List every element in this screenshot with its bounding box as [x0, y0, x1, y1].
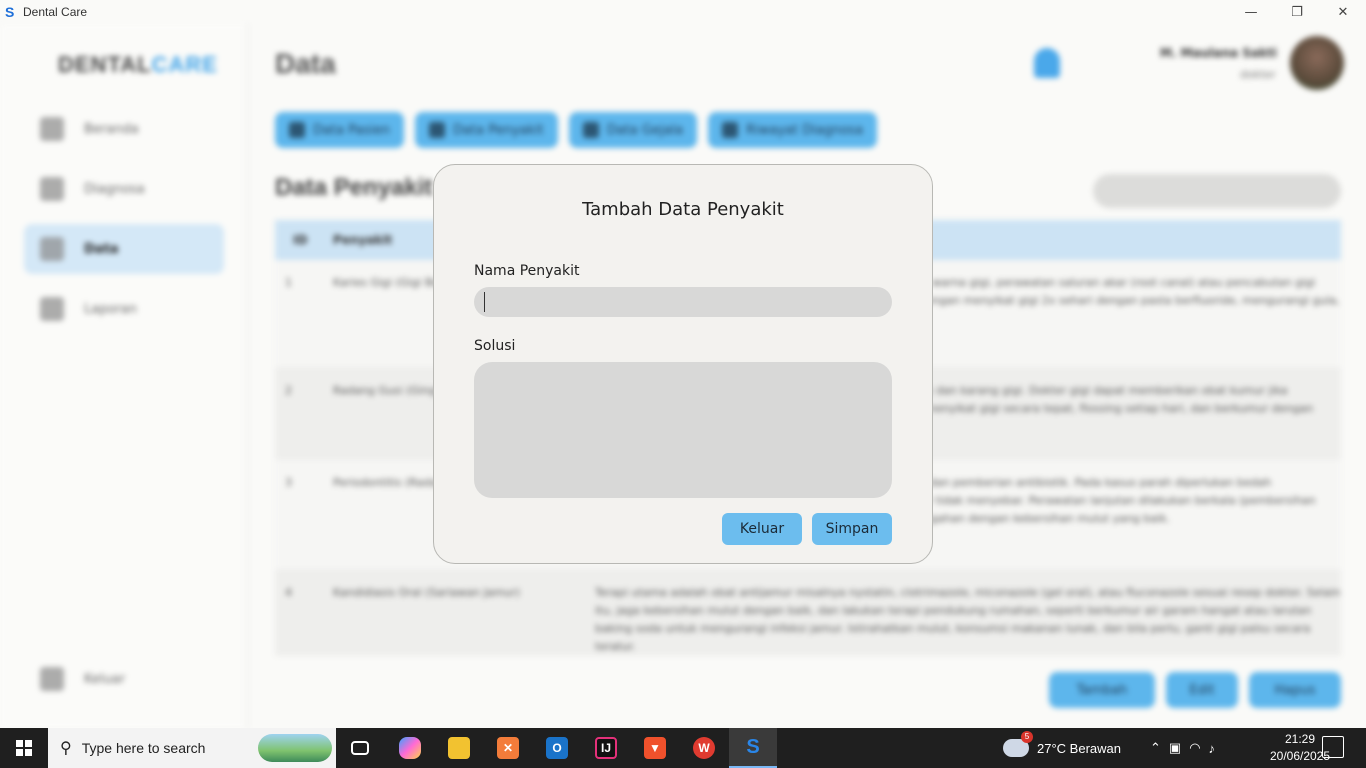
wifi-icon[interactable]: ◠	[1189, 740, 1200, 756]
taskbar: ⚲ Type here to search ✕ O IJ ▼ W S 5 27°…	[0, 728, 1366, 768]
file-explorer-icon[interactable]	[435, 728, 483, 768]
avatar[interactable]	[1290, 36, 1344, 90]
system-tray: ⌃ ▣ ◠ ♪	[1150, 728, 1215, 768]
volume-icon[interactable]: ♪	[1209, 741, 1216, 756]
window-title: Dental Care	[23, 5, 88, 19]
add-disease-modal: Tambah Data Penyakit Nama Penyakit Solus…	[433, 164, 933, 564]
notification-icon[interactable]	[1322, 736, 1344, 758]
chart-icon	[40, 297, 64, 321]
tag-icon	[40, 177, 64, 201]
dental-care-app-icon: S	[5, 4, 15, 20]
sidebar-item-laporan[interactable]: Laporan	[24, 284, 224, 334]
add-button[interactable]: Tambah	[1049, 672, 1155, 708]
sidebar-logout[interactable]: Keluar	[24, 654, 224, 704]
outlook-icon[interactable]: O	[533, 728, 581, 768]
logout-icon	[40, 667, 64, 691]
table-row[interactable]: 4 Kandidiasis Oral (Sariawan Jamur) Tera…	[275, 570, 1341, 656]
delete-button[interactable]: Hapus	[1249, 672, 1341, 708]
data-tabs: Data Pasien Data Penyakit Data Gejala Ri…	[275, 112, 878, 148]
tags-icon	[582, 122, 599, 138]
brave-icon[interactable]: ▼	[631, 728, 679, 768]
tag-icon	[289, 122, 305, 138]
wps-icon[interactable]: W	[680, 728, 728, 768]
sidebar-item-data[interactable]: Data	[24, 224, 224, 274]
search-icon: ⚲	[60, 740, 72, 757]
solution-textarea[interactable]	[474, 362, 892, 498]
text-caret	[484, 292, 485, 312]
cloud-icon: 5	[1003, 731, 1033, 757]
section-title: Data Penyakit	[275, 174, 433, 201]
sidebar: DENTALCARE Beranda Diagnosa Data Laporan…	[0, 24, 248, 728]
user-role: dokter	[1240, 68, 1276, 81]
save-button[interactable]: Simpan	[812, 513, 892, 545]
xampp-icon[interactable]: ✕	[484, 728, 532, 768]
search-input[interactable]	[1093, 174, 1341, 208]
window-controls: — ❐ ✕	[1228, 0, 1366, 24]
edit-button[interactable]: Edit	[1166, 672, 1238, 708]
close-button[interactable]: ✕	[1320, 0, 1366, 24]
tab-riwayat-diagnosa[interactable]: Riwayat Diagnosa	[708, 112, 878, 148]
weather-widget[interactable]: 5 27°C Berawan	[1003, 728, 1121, 768]
tab-data-pasien[interactable]: Data Pasien	[275, 112, 405, 148]
meet-now-icon[interactable]: ▣	[1169, 740, 1181, 756]
tab-data-gejala[interactable]: Data Gejala	[568, 112, 698, 148]
cancel-button[interactable]: Keluar	[722, 513, 802, 545]
dashboard-icon	[40, 117, 64, 141]
intellij-icon[interactable]: IJ	[582, 728, 630, 768]
maximize-button[interactable]: ❐	[1274, 0, 1320, 24]
bell-icon[interactable]	[1034, 48, 1060, 78]
name-field-label: Nama Penyakit	[474, 263, 580, 279]
start-button[interactable]	[0, 728, 48, 768]
dental-care-icon[interactable]: S	[729, 728, 777, 768]
sidebar-item-beranda[interactable]: Beranda	[24, 104, 224, 154]
disease-name-input[interactable]	[474, 287, 892, 317]
window-titlebar: S Dental Care — ❐ ✕	[0, 0, 1366, 24]
copilot-icon[interactable]	[386, 728, 434, 768]
modal-title: Tambah Data Penyakit	[582, 199, 784, 220]
chevron-up-icon[interactable]: ⌃	[1150, 740, 1161, 756]
brand-logo: DENTALCARE	[58, 52, 218, 77]
page-title: Data	[275, 48, 336, 79]
tag-icon	[722, 122, 739, 138]
minimize-button[interactable]: —	[1228, 0, 1274, 24]
sidebar-item-diagnosa[interactable]: Diagnosa	[24, 164, 224, 214]
taskbar-search[interactable]: ⚲ Type here to search	[48, 728, 336, 768]
search-highlight-image	[258, 734, 332, 762]
data-icon	[40, 237, 64, 261]
column-header-id[interactable]: ID	[275, 220, 323, 260]
solution-field-label: Solusi	[474, 338, 516, 354]
tag-icon	[429, 122, 446, 138]
task-view-icon[interactable]	[336, 728, 384, 768]
windows-icon	[16, 740, 32, 756]
tab-data-penyakit[interactable]: Data Penyakit	[415, 112, 558, 148]
user-name: M. Maulana Sakti	[1160, 46, 1277, 60]
